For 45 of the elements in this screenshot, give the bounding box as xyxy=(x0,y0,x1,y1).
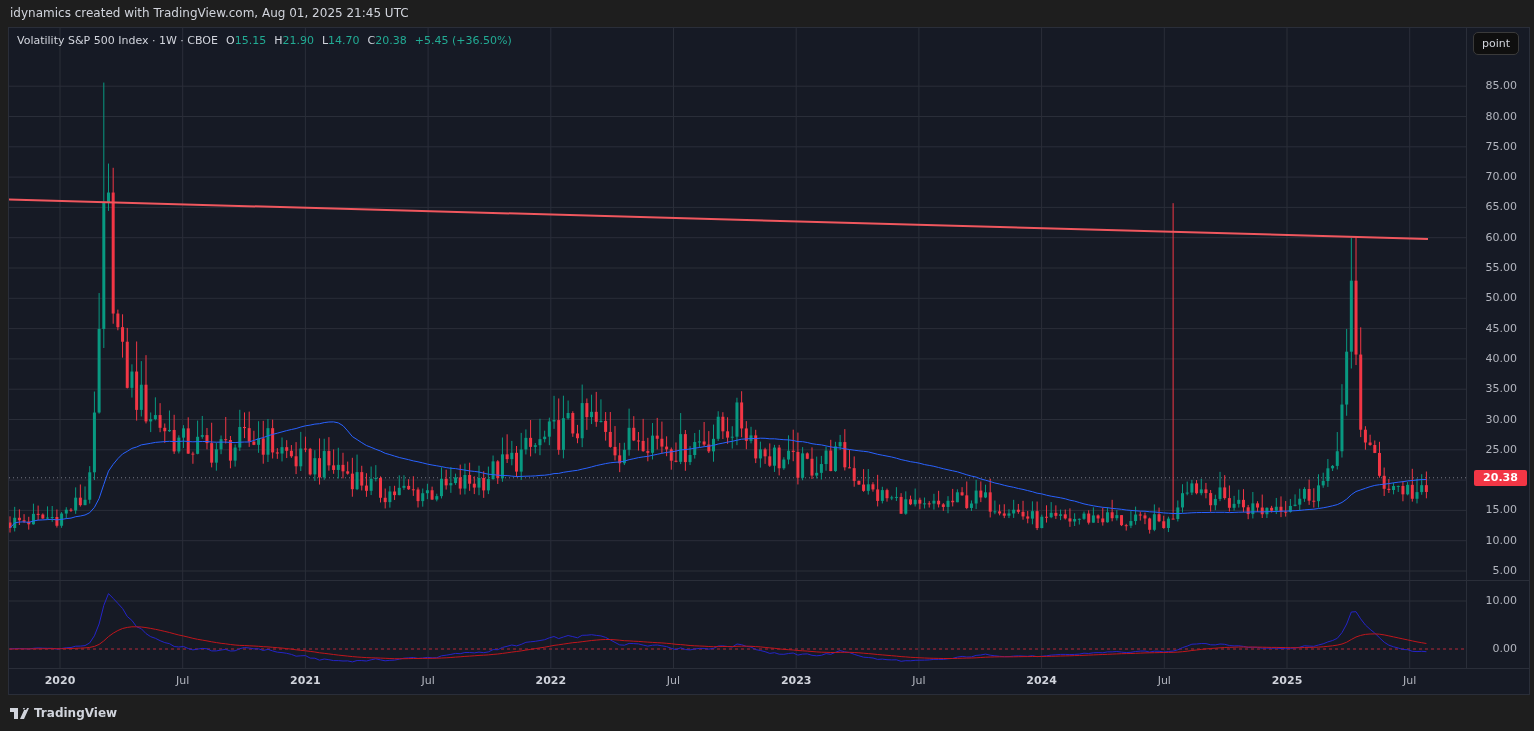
time-label: 2025 xyxy=(1271,674,1303,687)
brand-name: TradingView xyxy=(34,706,118,720)
price-label: 60.00 xyxy=(1485,229,1517,246)
time-label: 2020 xyxy=(44,674,76,687)
time-label: Jul xyxy=(1403,674,1417,687)
price-label: 45.00 xyxy=(1485,320,1517,337)
chart-caption: idynamics created with TradingView.com, Aug 01, 2025 21:45 UTC xyxy=(9,5,410,22)
time-label: 2023 xyxy=(780,674,812,687)
price-label: 30.00 xyxy=(1485,411,1517,428)
current-price-badge: 20.38 xyxy=(1474,469,1527,486)
ohlc-label: L xyxy=(321,34,329,47)
ohlc-label: O xyxy=(225,34,235,47)
ohlc-label: H xyxy=(274,34,283,47)
indicator-label: 0.00 xyxy=(1492,641,1517,657)
price-label: 55.00 xyxy=(1485,260,1517,276)
time-label: Jul xyxy=(421,674,435,687)
price-label: 5.00 xyxy=(1492,563,1517,579)
price-change: +5.45 (+36.50%) xyxy=(414,34,512,47)
time-label: 2024 xyxy=(1026,674,1057,687)
point-button[interactable]: point xyxy=(1472,32,1519,55)
price-label: 25.00 xyxy=(1485,441,1517,458)
price-label: 40.00 xyxy=(1485,350,1517,367)
ohlc-label: C xyxy=(367,34,376,47)
price-label: 65.00 xyxy=(1485,199,1517,216)
logo-icon xyxy=(10,707,30,719)
time-label: Jul xyxy=(666,674,681,687)
time-label: 2022 xyxy=(535,674,567,687)
ohlc-value: 15.15 xyxy=(234,34,267,47)
price-label: 85.00 xyxy=(1485,78,1517,95)
symbol-title: Volatility S&P 500 Index · 1W · CBOE xyxy=(17,34,218,47)
time-label: Jul xyxy=(1157,674,1171,687)
price-label: 35.00 xyxy=(1485,381,1517,398)
indicator-label: 10.00 xyxy=(1485,593,1517,609)
ohlc-value: 21.90 xyxy=(282,34,314,47)
price-label: 15.00 xyxy=(1485,502,1517,519)
time-label: Jul xyxy=(176,674,190,687)
time-label: 2021 xyxy=(290,674,321,687)
price-label: 80.00 xyxy=(1485,108,1517,125)
price-label: 10.00 xyxy=(1485,532,1517,549)
price-label: 70.00 xyxy=(1485,169,1517,186)
price-label: 50.00 xyxy=(1485,290,1517,307)
ohlc-value: 20.38 xyxy=(375,34,407,47)
ohlc-value: 14.70 xyxy=(328,34,360,47)
price-label: 75.00 xyxy=(1485,138,1517,155)
time-label: Jul xyxy=(912,674,926,687)
